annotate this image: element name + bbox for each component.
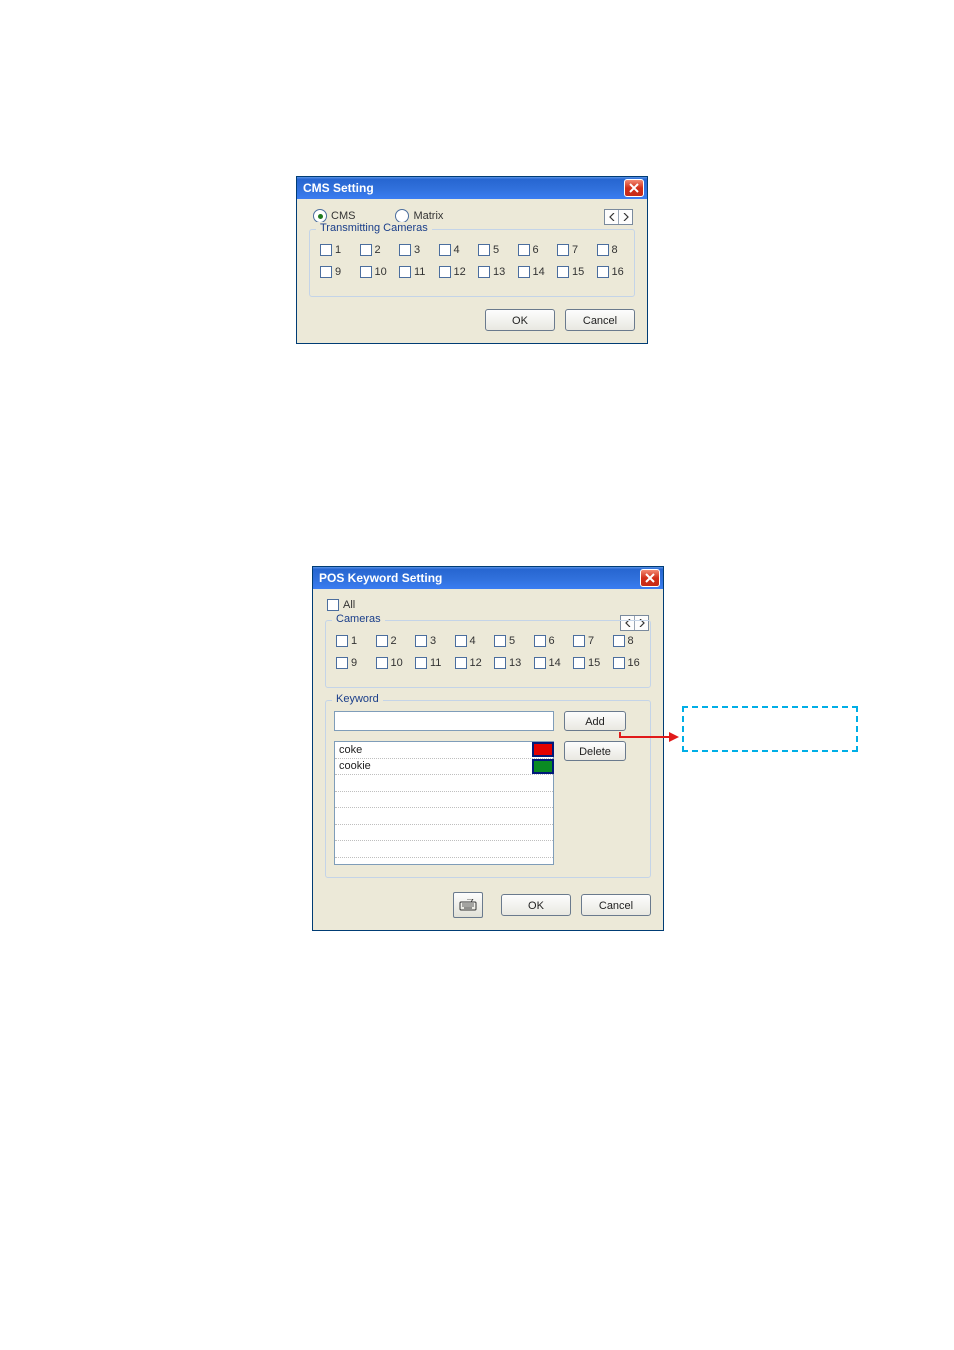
radio-icon — [395, 209, 409, 223]
camera-checkbox-10[interactable]: 10 — [376, 657, 406, 669]
pos-titlebar: POS Keyword Setting — [313, 567, 663, 589]
camera-checkbox-13[interactable]: 13 — [494, 657, 524, 669]
callout-arrow-line — [619, 736, 671, 738]
ok-button[interactable]: OK — [485, 309, 555, 331]
keyword-row[interactable]: coke — [335, 742, 553, 759]
pos-footer: OK Cancel — [325, 892, 651, 918]
keyword-text: coke — [335, 744, 532, 756]
pager-cms — [604, 209, 633, 225]
cancel-button[interactable]: Cancel — [565, 309, 635, 331]
camera-checkbox-6[interactable]: 6 — [534, 635, 564, 647]
callout-arrow-head-icon — [669, 732, 679, 742]
delete-button[interactable]: Delete — [564, 741, 626, 761]
pager-left-icon[interactable] — [605, 210, 618, 224]
camera-checkbox-5[interactable]: 5 — [494, 635, 524, 647]
radio-matrix[interactable]: Matrix — [395, 209, 443, 223]
cms-titlebar: CMS Setting — [297, 177, 647, 199]
cms-footer: OK Cancel — [309, 309, 635, 331]
camera-checkbox-2[interactable]: 2 — [376, 635, 406, 647]
pos-keyword-dialog: POS Keyword Setting All Cameras 1 2 3 4 … — [312, 566, 664, 931]
radio-icon — [313, 209, 327, 223]
cms-body: CMS Matrix Transmitting Cameras 1 2 3 4 … — [297, 199, 647, 343]
radio-cms[interactable]: CMS — [313, 209, 355, 223]
camera-checkbox-3[interactable]: 3 — [399, 244, 429, 256]
camera-checkbox-4[interactable]: 4 — [439, 244, 469, 256]
camera-checkbox-7[interactable]: 7 — [557, 244, 587, 256]
cameras-legend: Cameras — [332, 613, 385, 625]
camera-checkbox-12[interactable]: 12 — [439, 266, 469, 278]
camera-checkbox-5[interactable]: 5 — [478, 244, 508, 256]
keyword-group: Keyword coke cookie — [325, 700, 651, 878]
transmitting-cameras-legend: Transmitting Cameras — [316, 222, 432, 234]
camera-checkbox-6[interactable]: 6 — [518, 244, 548, 256]
callout-box — [682, 706, 858, 752]
cms-setting-dialog: CMS Setting CMS Matrix Transmitting Came… — [296, 176, 648, 344]
radio-cms-label: CMS — [331, 210, 355, 222]
all-checkbox[interactable]: All — [327, 599, 355, 611]
camera-checkbox-15[interactable]: 15 — [557, 266, 587, 278]
camera-checkbox-9[interactable]: 9 — [336, 657, 366, 669]
cms-cam-row-1: 1 2 3 4 5 6 7 8 — [320, 244, 626, 256]
camera-checkbox-14[interactable]: 14 — [534, 657, 564, 669]
all-label: All — [343, 599, 355, 611]
camera-checkbox-1[interactable]: 1 — [336, 635, 366, 647]
camera-checkbox-11[interactable]: 11 — [415, 657, 445, 669]
cameras-group: Cameras 1 2 3 4 5 6 7 8 9 10 11 12 13 14… — [325, 620, 651, 688]
keyword-input[interactable] — [334, 711, 554, 731]
camera-checkbox-12[interactable]: 12 — [455, 657, 485, 669]
camera-checkbox-4[interactable]: 4 — [455, 635, 485, 647]
radio-matrix-label: Matrix — [413, 210, 443, 222]
add-button[interactable]: Add — [564, 711, 626, 731]
pager-right-icon[interactable] — [618, 210, 632, 224]
close-icon[interactable] — [640, 569, 660, 587]
keyword-text: cookie — [335, 760, 532, 772]
camera-checkbox-3[interactable]: 3 — [415, 635, 445, 647]
cms-title: CMS Setting — [303, 181, 374, 195]
cms-cam-row-2: 9 10 11 12 13 14 15 16 — [320, 266, 626, 278]
camera-checkbox-2[interactable]: 2 — [360, 244, 390, 256]
camera-checkbox-1[interactable]: 1 — [320, 244, 350, 256]
camera-checkbox-16[interactable]: 16 — [613, 657, 643, 669]
keyboard-icon[interactable] — [453, 892, 483, 918]
pos-body: All Cameras 1 2 3 4 5 6 7 8 9 10 11 — [313, 589, 663, 930]
camera-checkbox-9[interactable]: 9 — [320, 266, 350, 278]
close-icon[interactable] — [624, 179, 644, 197]
pos-cam-row-2: 9 10 11 12 13 14 15 16 — [336, 657, 642, 669]
camera-checkbox-15[interactable]: 15 — [573, 657, 603, 669]
cancel-button[interactable]: Cancel — [581, 894, 651, 916]
keyword-row[interactable]: cookie — [335, 759, 553, 776]
camera-checkbox-8[interactable]: 8 — [613, 635, 643, 647]
keyword-legend: Keyword — [332, 693, 383, 705]
keyword-list[interactable]: coke cookie — [334, 741, 554, 865]
camera-checkbox-7[interactable]: 7 — [573, 635, 603, 647]
callout-arrow-stub — [619, 732, 621, 738]
camera-checkbox-8[interactable]: 8 — [597, 244, 627, 256]
camera-checkbox-16[interactable]: 16 — [597, 266, 627, 278]
cms-radio-row: CMS Matrix — [313, 209, 635, 223]
camera-checkbox-10[interactable]: 10 — [360, 266, 390, 278]
ok-button[interactable]: OK — [501, 894, 571, 916]
camera-checkbox-11[interactable]: 11 — [399, 266, 429, 278]
pos-title: POS Keyword Setting — [319, 571, 442, 585]
pos-cam-row-1: 1 2 3 4 5 6 7 8 — [336, 635, 642, 647]
camera-checkbox-13[interactable]: 13 — [478, 266, 508, 278]
color-swatch[interactable] — [532, 742, 554, 757]
color-swatch[interactable] — [532, 759, 554, 774]
camera-checkbox-14[interactable]: 14 — [518, 266, 548, 278]
transmitting-cameras-group: Transmitting Cameras 1 2 3 4 5 6 7 8 9 1… — [309, 229, 635, 297]
